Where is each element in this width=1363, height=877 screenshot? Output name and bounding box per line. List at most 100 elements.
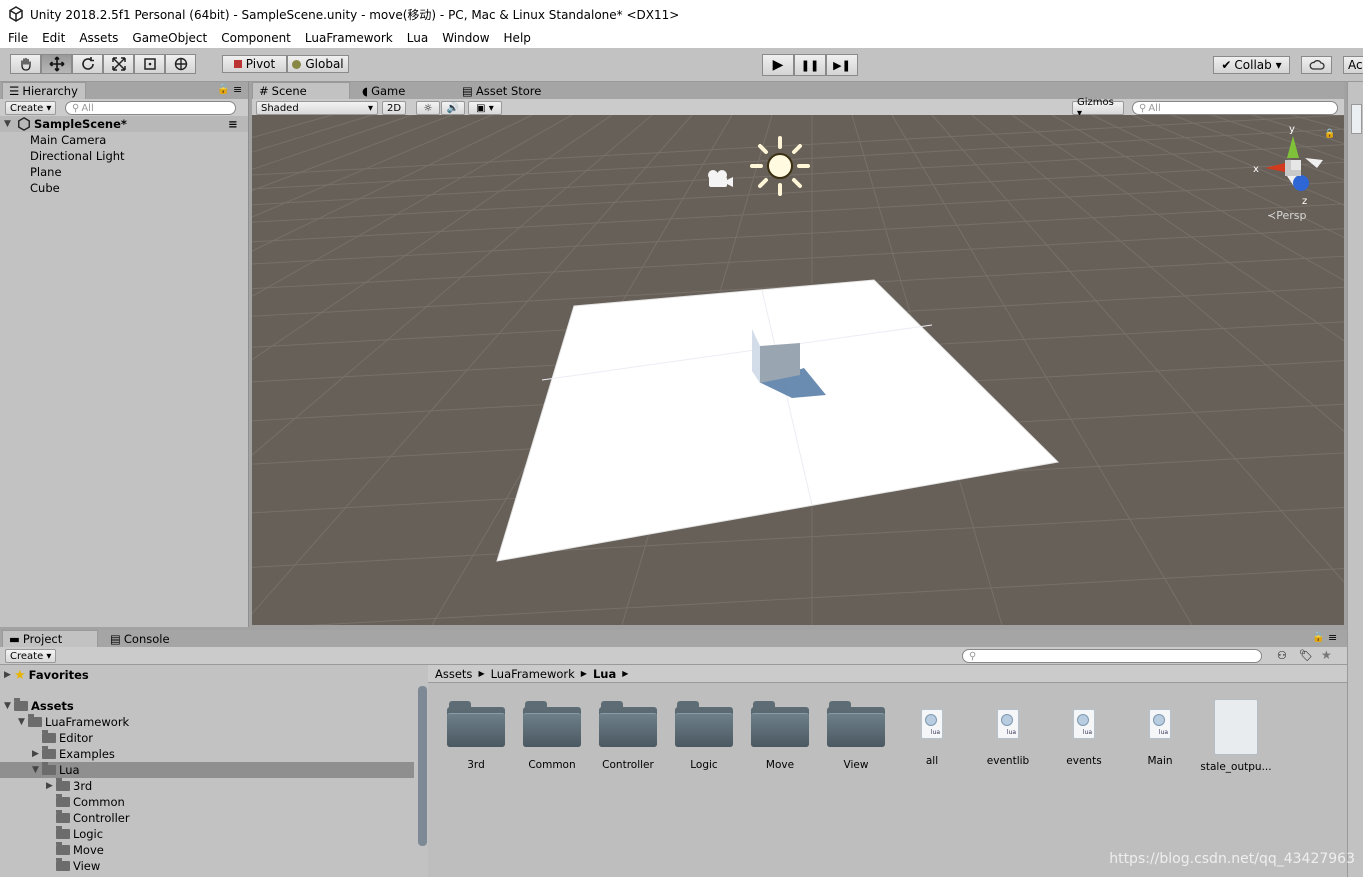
transform-tool-button[interactable]: [165, 54, 196, 74]
menu-edit[interactable]: Edit: [42, 31, 65, 45]
tab-asset-store[interactable]: ▤ Asset Store: [456, 82, 547, 99]
asset-move[interactable]: Move: [742, 699, 818, 779]
tab-scene[interactable]: # Scene: [252, 82, 350, 99]
breadcrumb-lua[interactable]: Lua: [593, 667, 616, 681]
scale-tool-button[interactable]: [103, 54, 134, 74]
asset-controller[interactable]: Controller: [590, 699, 666, 779]
tree-item-examples[interactable]: ▶ Examples: [0, 746, 414, 762]
menu-assets[interactable]: Assets: [79, 31, 118, 45]
asset-stale-outpu-[interactable]: stale_outpu...: [1198, 699, 1274, 779]
gizmo-lock-icon[interactable]: 🔒: [1324, 128, 1335, 139]
inspector-tab-icon[interactable]: [1350, 84, 1360, 96]
tree-item-luaframework[interactable]: ▼ LuaFramework: [0, 714, 414, 730]
panel-menu-icon[interactable]: ≡: [233, 83, 242, 96]
expand-arrow-icon[interactable]: ▶: [46, 781, 56, 791]
tab-game[interactable]: ◖ Game: [356, 82, 411, 99]
tree-item-favorites[interactable]: ▶ ★ Favorites: [0, 667, 414, 683]
lock-icon[interactable]: 🔒: [217, 84, 229, 95]
asset-events[interactable]: lua events: [1046, 699, 1122, 779]
expand-arrow-icon[interactable]: ▼: [18, 717, 28, 727]
play-button[interactable]: ▶: [762, 54, 794, 76]
project-lock-icon[interactable]: 🔒: [1312, 632, 1324, 643]
expand-arrow-icon[interactable]: ▼: [4, 119, 14, 129]
menu-help[interactable]: Help: [504, 31, 531, 45]
cloud-button[interactable]: [1301, 56, 1332, 74]
rect-tool-button[interactable]: [134, 54, 165, 74]
inspector-panel-edge[interactable]: [1347, 82, 1363, 877]
asset-label: Logic: [690, 759, 718, 771]
menu-luaframework[interactable]: LuaFramework: [305, 31, 393, 45]
orientation-gizmo[interactable]: y x z 🔒: [1247, 120, 1337, 215]
text-file-icon: [1214, 699, 1258, 755]
menu-file[interactable]: File: [8, 31, 28, 45]
move-tool-button[interactable]: [41, 54, 72, 74]
pivot-toggle[interactable]: Pivot: [222, 55, 287, 73]
tab-console[interactable]: ▤ Console: [104, 630, 176, 647]
menu-window[interactable]: Window: [442, 31, 489, 45]
filter-label-icon[interactable]: 🏷: [1299, 649, 1313, 662]
tree-item-logic[interactable]: Logic: [0, 826, 414, 842]
asset-3rd[interactable]: 3rd: [438, 699, 514, 779]
asset-eventlib[interactable]: lua eventlib: [970, 699, 1046, 779]
tree-item-move[interactable]: Move: [0, 842, 414, 858]
asset-main[interactable]: lua Main: [1122, 699, 1198, 779]
hand-tool-button[interactable]: [10, 54, 41, 74]
hierarchy-item-plane[interactable]: Plane: [0, 164, 248, 180]
tree-item-common[interactable]: Common: [0, 794, 414, 810]
tree-scrollbar[interactable]: [418, 686, 427, 846]
project-search-input[interactable]: ⚲: [962, 649, 1262, 663]
global-toggle[interactable]: Global: [287, 55, 349, 73]
perspective-label[interactable]: ≺Persp: [1267, 209, 1306, 222]
gizmos-dropdown[interactable]: Gizmos ▾: [1072, 97, 1124, 119]
favorite-star-icon[interactable]: ★: [1321, 648, 1332, 662]
asset-view[interactable]: View: [818, 699, 894, 779]
audio-toggle[interactable]: 🔊: [441, 101, 465, 115]
pause-button[interactable]: ❚❚: [794, 54, 826, 76]
expand-arrow-icon[interactable]: ▶: [32, 749, 42, 759]
asset-all[interactable]: lua all: [894, 699, 970, 779]
project-folder-tree: ▶ ★ Favorites ▼ Assets ▼ LuaFramework Editor ▶ Ex…: [0, 665, 414, 877]
cube-object[interactable]: [747, 325, 807, 387]
account-button[interactable]: Ac: [1343, 56, 1363, 74]
hierarchy-item-cube[interactable]: Cube: [0, 180, 248, 196]
toggle-2d-button[interactable]: 2D: [382, 101, 406, 115]
menu-lua[interactable]: Lua: [407, 31, 428, 45]
expand-arrow-icon[interactable]: ▼: [4, 701, 14, 711]
project-menu-icon[interactable]: ≡: [1328, 631, 1337, 644]
asset-logic[interactable]: Logic: [666, 699, 742, 779]
menu-gameobject[interactable]: GameObject: [132, 31, 207, 45]
tree-item-editor[interactable]: Editor: [0, 730, 414, 746]
scene-search-input[interactable]: ⚲ All: [1132, 101, 1338, 115]
shading-mode-dropdown[interactable]: Shaded ▾: [256, 101, 378, 115]
project-create-button[interactable]: Create ▾: [5, 649, 57, 663]
menu-component[interactable]: Component: [221, 31, 291, 45]
scene-root-row[interactable]: ▼ SampleScene* ≡: [0, 116, 248, 132]
expand-arrow-icon[interactable]: ▶: [4, 670, 14, 680]
expand-arrow-icon[interactable]: ▼: [32, 765, 42, 775]
tree-item-lua[interactable]: ▼ Lua: [0, 762, 414, 778]
tree-item-controller[interactable]: Controller: [0, 810, 414, 826]
hierarchy-item-directional-light[interactable]: Directional Light: [0, 148, 248, 164]
breadcrumb-luaframework[interactable]: LuaFramework: [491, 667, 575, 681]
lighting-toggle[interactable]: ☼: [416, 101, 440, 115]
hierarchy-item-main-camera[interactable]: Main Camera: [0, 132, 248, 148]
filter-type-icon[interactable]: ⚇: [1277, 649, 1287, 662]
tree-item-assets[interactable]: ▼ Assets: [0, 698, 414, 714]
tab-project[interactable]: ▬ Project: [2, 630, 98, 647]
asset-common[interactable]: Common: [514, 699, 590, 779]
step-button[interactable]: ▶❚: [826, 54, 858, 76]
tree-item-view[interactable]: View: [0, 858, 414, 874]
step-icon: ▶❚: [833, 58, 851, 72]
scene-menu-icon[interactable]: ≡: [228, 117, 238, 131]
effects-dropdown[interactable]: ▣ ▾: [468, 101, 502, 115]
collab-button[interactable]: ✔ Collab ▾: [1213, 56, 1290, 74]
breadcrumb-assets[interactable]: Assets: [435, 667, 472, 681]
scene-viewport[interactable]: y x z 🔒 ≺Persp: [252, 115, 1344, 625]
tree-item-3rd[interactable]: ▶ 3rd: [0, 778, 414, 794]
tab-hierarchy[interactable]: ☰ Hierarchy: [2, 82, 86, 99]
hierarchy-search-input[interactable]: ⚲ All: [65, 101, 236, 115]
directional-light-icon[interactable]: [749, 135, 811, 197]
rotate-tool-button[interactable]: [72, 54, 103, 74]
hierarchy-create-button[interactable]: Create ▾: [5, 101, 57, 115]
camera-gizmo-icon[interactable]: [705, 168, 735, 190]
